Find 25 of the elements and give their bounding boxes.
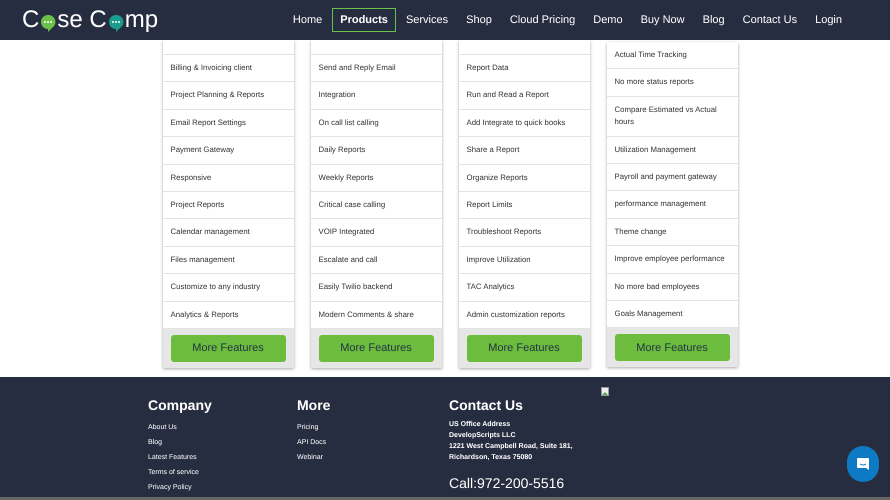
footer-heading: More — [297, 397, 332, 414]
logo-text: mp — [124, 8, 158, 32]
more-features-button[interactable]: More Features — [170, 335, 286, 362]
nav-link[interactable]: Contact Us — [734, 8, 806, 32]
nav-link[interactable]: Buy Now — [632, 8, 693, 32]
nav-link[interactable]: Shop — [458, 8, 500, 32]
nav-link[interactable]: Blog — [694, 8, 733, 32]
phone-number: Call:972-200-5516 — [449, 475, 566, 491]
more-features-button[interactable]: More Features — [614, 334, 730, 362]
nav-link[interactable]: Home — [284, 8, 330, 32]
broken-image-icon — [601, 387, 609, 396]
chat-icon — [856, 457, 870, 471]
logo-text: C — [22, 8, 40, 32]
nav-link[interactable]: Cloud Pricing — [502, 8, 584, 32]
logo-text: se C — [57, 8, 107, 32]
nav-link[interactable]: Products — [332, 8, 396, 32]
nav-link[interactable]: Services — [398, 8, 456, 32]
more-features-button[interactable]: More Features — [318, 335, 434, 362]
chat-bubble-icon — [40, 14, 56, 32]
nav-link[interactable]: Login — [807, 8, 850, 32]
chat-bubble-icon — [108, 14, 124, 32]
footer-heading: Company — [148, 397, 213, 414]
nav-link[interactable]: Demo — [585, 8, 631, 32]
footer-heading: Contact Us — [449, 397, 524, 414]
more-features-button[interactable]: More Features — [466, 335, 582, 362]
